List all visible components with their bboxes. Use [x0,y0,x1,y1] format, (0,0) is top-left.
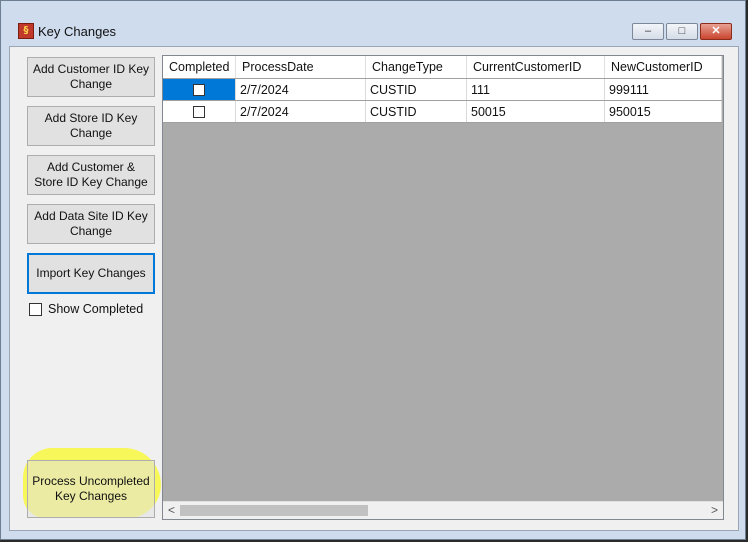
add-customer-store-id-key-change-button[interactable]: Add Customer & Store ID Key Change [27,155,155,195]
add-data-site-id-key-change-button[interactable]: Add Data Site ID Key Change [27,204,155,244]
show-completed-checkbox-row[interactable]: Show Completed [29,302,143,316]
new-customer-id-cell[interactable]: 950015 [604,100,722,123]
row-checkbox[interactable] [193,106,205,119]
table-row[interactable]: 2/7/2024 CUSTID 50015 950015 [163,100,722,123]
scrollbar-thumb[interactable] [180,505,368,516]
process-uncompleted-key-changes-button[interactable]: Process Uncompleted Key Changes [27,460,155,518]
scroll-right-arrow-icon[interactable]: > [706,502,723,519]
add-customer-id-key-change-button[interactable]: Add Customer ID Key Change [27,57,155,97]
scroll-left-arrow-icon[interactable]: < [163,502,180,519]
column-header-change-type[interactable]: ChangeType [365,56,467,79]
window-title: Key Changes [38,24,117,39]
key-changes-grid[interactable]: Completed ProcessDate ChangeType Current… [162,55,724,520]
horizontal-scrollbar[interactable]: < > [163,501,723,519]
completed-cell[interactable] [163,100,236,123]
title-bar[interactable]: § Key Changes ‒ □ ✕ [1,1,745,40]
change-type-cell[interactable]: CUSTID [365,100,467,123]
show-completed-checkbox[interactable] [29,302,42,316]
table-row[interactable]: 2/7/2024 CUSTID 111 999111 [163,78,722,101]
close-button[interactable]: ✕ [700,23,732,40]
completed-cell[interactable] [163,78,236,101]
add-store-id-key-change-button[interactable]: Add Store ID Key Change [27,106,155,146]
row-checkbox[interactable] [193,84,205,97]
grid-header-row: Completed ProcessDate ChangeType Current… [163,56,722,79]
grid-table: Completed ProcessDate ChangeType Current… [163,56,722,123]
show-completed-label: Show Completed [48,302,144,316]
change-type-cell[interactable]: CUSTID [365,78,467,101]
column-header-current-customer-id[interactable]: CurrentCustomerID [466,56,605,79]
new-customer-id-cell[interactable]: 999111 [604,78,722,101]
current-customer-id-cell[interactable]: 50015 [466,100,605,123]
maximize-button[interactable]: □ [666,23,698,40]
client-area: Add Customer ID Key Change Add Store ID … [9,46,739,531]
process-date-cell[interactable]: 2/7/2024 [235,100,366,123]
current-customer-id-cell[interactable]: 111 [466,78,605,101]
column-header-new-customer-id[interactable]: NewCustomerID [604,56,722,79]
minimize-button[interactable]: ‒ [632,23,664,40]
column-header-process-date[interactable]: ProcessDate [235,56,366,79]
key-changes-window: § Key Changes ‒ □ ✕ Add Customer ID Key … [0,0,746,540]
import-key-changes-button[interactable]: Import Key Changes [27,253,155,294]
column-header-completed[interactable]: Completed [163,56,236,79]
app-icon[interactable]: § [18,23,34,39]
process-date-cell[interactable]: 2/7/2024 [235,78,366,101]
